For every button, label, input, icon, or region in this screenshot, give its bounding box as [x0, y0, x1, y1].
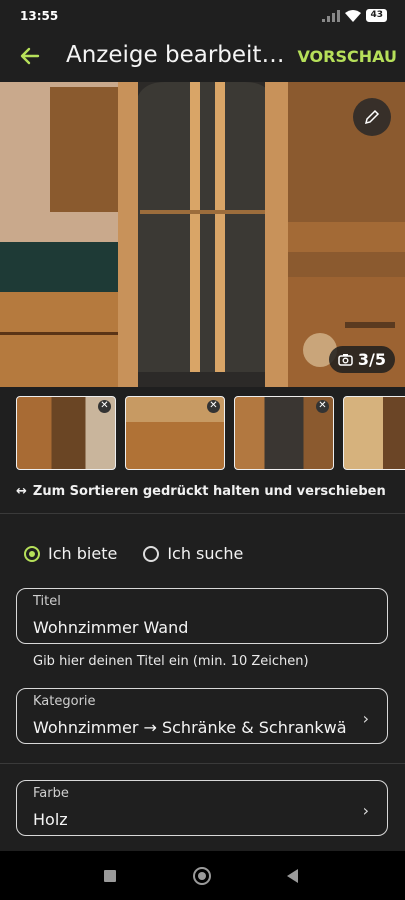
title-field[interactable]: Titel Wohnzimmer Wand — [16, 588, 388, 644]
remove-photo-icon[interactable]: ✕ — [98, 400, 111, 413]
status-time: 13:55 — [20, 9, 59, 23]
wifi-icon — [345, 9, 362, 22]
radio-selected-icon — [24, 545, 40, 562]
photo-counter: 3/5 — [328, 346, 395, 373]
status-bar: 13:55 43 — [0, 0, 405, 32]
divider — [0, 513, 405, 514]
radio-unselected-icon — [143, 545, 160, 562]
preview-button[interactable]: VORSCHAU — [297, 47, 397, 66]
offer-type-group: Ich biete Ich suche — [24, 544, 269, 563]
recents-icon[interactable] — [104, 870, 116, 882]
main-photo[interactable]: 3/5 — [0, 82, 405, 387]
thumbnail-1[interactable]: ✕ — [16, 396, 116, 470]
pencil-icon — [364, 109, 380, 125]
category-field-label: Kategorie — [33, 694, 96, 709]
page-title: Anzeige bearbeit… — [66, 42, 285, 68]
thumbnail-strip: ✕ ✕ ✕ — [16, 396, 405, 470]
thumbnail-2[interactable]: ✕ — [125, 396, 225, 470]
thumbnail-4[interactable] — [343, 396, 405, 470]
thumbnail-3[interactable]: ✕ — [234, 396, 334, 470]
radio-search[interactable]: Ich suche — [143, 544, 243, 563]
battery-indicator: 43 — [366, 9, 387, 22]
camera-icon — [338, 354, 353, 366]
title-field-value[interactable]: Wohnzimmer Wand — [33, 618, 353, 637]
divider — [0, 763, 405, 764]
remove-photo-icon[interactable]: ✕ — [207, 400, 220, 413]
radio-offer-label: Ich biete — [48, 544, 118, 563]
signal-icon — [322, 9, 341, 22]
edit-photo-button[interactable] — [353, 98, 391, 136]
remove-photo-icon[interactable]: ✕ — [316, 400, 329, 413]
color-field-value: Holz — [33, 810, 68, 829]
app-bar: Anzeige bearbeit… VORSCHAU — [0, 32, 405, 82]
status-icons: 43 — [322, 9, 387, 22]
chevron-right-icon: › — [362, 709, 369, 728]
back-arrow-icon[interactable] — [18, 44, 42, 68]
sort-hint: ↔ Zum Sortieren gedrückt halten und vers… — [16, 484, 386, 499]
photo-counter-text: 3/5 — [357, 350, 386, 369]
system-nav-bar — [0, 851, 405, 900]
title-helper-text: Gib hier deinen Titel ein (min. 10 Zeich… — [33, 654, 309, 669]
home-icon[interactable] — [193, 867, 211, 885]
color-field[interactable]: Farbe Holz › — [16, 780, 388, 836]
category-field[interactable]: Kategorie Wohnzimmer → Schränke & Schran… — [16, 688, 388, 744]
sort-hint-text: Zum Sortieren gedrückt halten und versch… — [32, 484, 386, 499]
category-field-value: Wohnzimmer → Schränke & Schrankwä — [33, 718, 347, 737]
furniture-photo — [0, 82, 405, 387]
radio-offer[interactable]: Ich biete — [24, 544, 117, 563]
swap-arrows-icon: ↔ — [16, 484, 27, 499]
color-field-label: Farbe — [33, 786, 69, 801]
back-icon[interactable] — [287, 869, 298, 883]
chevron-right-icon: › — [362, 801, 369, 820]
title-field-label: Titel — [33, 594, 61, 609]
radio-search-label: Ich suche — [167, 544, 244, 563]
